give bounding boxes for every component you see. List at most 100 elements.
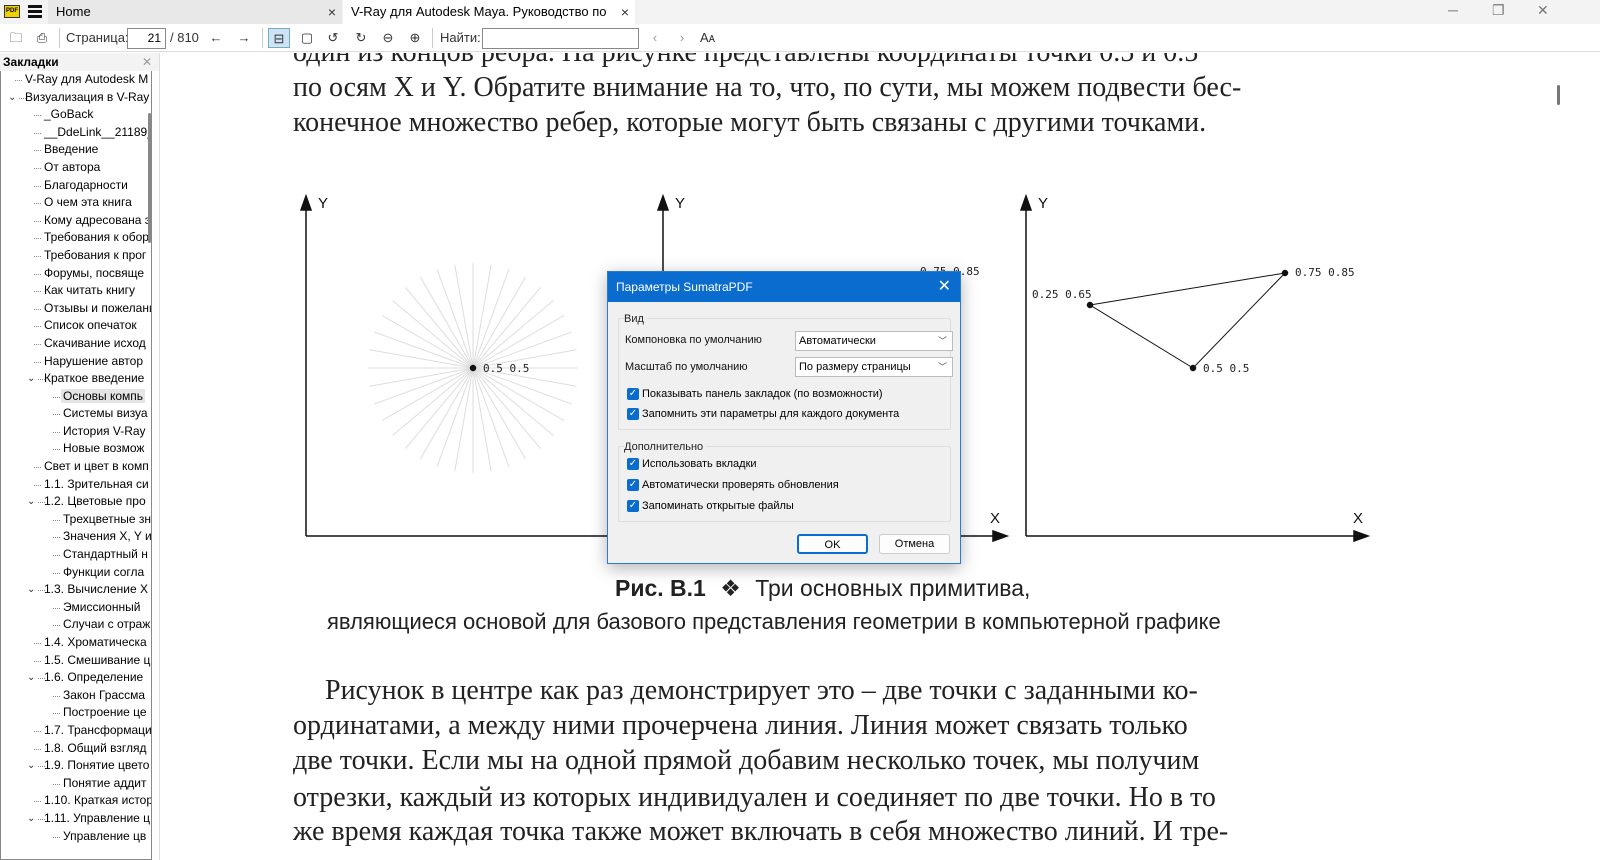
- bookmark-item[interactable]: Свет и цвет в комп: [1, 458, 151, 476]
- bookmark-item[interactable]: Системы визуа: [1, 405, 151, 423]
- next-page-icon[interactable]: →: [234, 28, 254, 48]
- document-scrollbar[interactable]: [1557, 85, 1560, 105]
- bookmark-item[interactable]: Введение: [1, 141, 151, 159]
- checkbox-checked-icon[interactable]: ✓: [627, 388, 639, 400]
- chevron-down-icon[interactable]: ⌄: [27, 810, 35, 828]
- bookmark-item[interactable]: Как читать книгу: [1, 282, 151, 300]
- zoom-select[interactable]: По размеру страницы ﹀: [795, 357, 953, 377]
- chevron-down-icon[interactable]: ⌄: [27, 669, 35, 687]
- bookmark-item[interactable]: Закон Грассма: [1, 687, 151, 705]
- bookmark-item[interactable]: Благодарности: [1, 177, 151, 195]
- checkbox-remember-settings[interactable]: ✓ Запомнить эти параметры для каждого док…: [627, 408, 899, 420]
- bookmark-item[interactable]: ⌄ 1.2. Цветовые про: [1, 493, 151, 511]
- chevron-down-icon[interactable]: ⌄: [27, 370, 35, 388]
- bookmarks-title: Закладки: [3, 55, 59, 69]
- tree-connector: [34, 203, 41, 205]
- bookmark-item[interactable]: Скачивание исход: [1, 335, 151, 353]
- checkbox-checked-icon[interactable]: ✓: [627, 500, 639, 512]
- bookmark-item[interactable]: Список опечаток: [1, 317, 151, 335]
- restore-icon[interactable]: ❐: [1492, 2, 1505, 19]
- layout-select[interactable]: Автоматически ﹀: [795, 331, 953, 351]
- bookmark-item[interactable]: Функции согла: [1, 564, 151, 582]
- bookmark-item[interactable]: Случаи с отраж: [1, 616, 151, 634]
- checkbox-check-updates[interactable]: ✓ Автоматически проверять обновления: [627, 479, 839, 491]
- bookmark-item[interactable]: __DdeLink__21189_2: [1, 124, 151, 142]
- bookmark-item[interactable]: 1.8. Общий взгляд: [1, 740, 151, 758]
- bookmark-item[interactable]: 1.1. Зрительная си: [1, 476, 151, 494]
- page-number-input[interactable]: 21: [127, 28, 166, 49]
- bookmark-item[interactable]: ⌄ Краткое введение: [1, 370, 151, 388]
- checkbox-remember-files[interactable]: ✓ Запоминать открытые файлы: [627, 500, 794, 512]
- bookmark-item[interactable]: _GoBack: [1, 106, 151, 124]
- bookmark-item[interactable]: Управление цв: [1, 828, 151, 846]
- bookmark-item[interactable]: V-Ray для Autodesk M: [1, 71, 151, 89]
- open-folder-icon[interactable]: 🗀: [6, 28, 26, 48]
- close-tab-icon[interactable]: ×: [621, 0, 629, 24]
- bookmark-item[interactable]: 1.4. Хроматическа: [1, 634, 151, 652]
- close-dialog-icon[interactable]: ✕: [938, 272, 951, 302]
- rotate-left-icon[interactable]: ↺: [323, 28, 343, 48]
- menu-icon[interactable]: [28, 5, 42, 18]
- tab-document[interactable]: V-Ray для Autodesk Maya. Руководство по …: [343, 0, 635, 43]
- find-prev-icon[interactable]: ‹: [645, 28, 665, 48]
- chevron-down-icon[interactable]: ⌄: [27, 493, 35, 511]
- bookmark-item[interactable]: Значения X, Y и: [1, 528, 151, 546]
- bookmark-item[interactable]: Требования к обор: [1, 229, 151, 247]
- close-sidebar-icon[interactable]: ✕: [142, 53, 152, 71]
- bookmark-item[interactable]: Понятие аддит: [1, 775, 151, 793]
- single-page-icon[interactable]: ▢: [297, 28, 317, 48]
- rotate-right-icon[interactable]: ↻: [351, 28, 371, 48]
- close-tab-icon[interactable]: ×: [328, 0, 336, 24]
- chevron-down-icon[interactable]: ⌄: [27, 757, 35, 775]
- bookmark-item[interactable]: ⌄ 1.9. Понятие цвето: [1, 757, 151, 775]
- tree-connector: [34, 185, 41, 187]
- bookmark-item[interactable]: ⌄ 1.3. Вычисление X: [1, 581, 151, 599]
- bookmark-item[interactable]: Форумы, посвяще: [1, 265, 151, 283]
- print-icon[interactable]: ⎙: [32, 28, 52, 48]
- bookmark-item[interactable]: Трехцветные зн: [1, 511, 151, 529]
- checkbox-checked-icon[interactable]: ✓: [627, 408, 639, 420]
- continuous-view-icon[interactable]: ⊟: [268, 28, 290, 48]
- bookmark-item[interactable]: ⌄ 1.11. Управление ц: [1, 810, 151, 828]
- bookmark-label: 1.7. Трансформаци: [44, 722, 151, 737]
- bookmark-item[interactable]: Построение це: [1, 704, 151, 722]
- bookmark-item[interactable]: ⌄ 1.6. Определение: [1, 669, 151, 687]
- zoom-in-icon[interactable]: ⊕: [405, 28, 425, 48]
- bookmark-item[interactable]: Основы компь: [1, 388, 151, 406]
- bookmark-item[interactable]: 1.7. Трансформаци: [1, 722, 151, 740]
- ok-button[interactable]: OK: [797, 534, 868, 554]
- bookmark-item[interactable]: От автора: [1, 159, 151, 177]
- chevron-down-icon[interactable]: ⌄: [27, 581, 35, 599]
- checkbox-checked-icon[interactable]: ✓: [627, 458, 639, 470]
- bookmark-item[interactable]: ⌄ Визуализация в V-Ray: [1, 89, 151, 107]
- sidebar-scrollbar[interactable]: [148, 113, 151, 243]
- find-input[interactable]: [482, 28, 639, 49]
- bookmark-item[interactable]: О чем эта книга: [1, 194, 151, 212]
- bookmark-item[interactable]: Эмиссионный: [1, 599, 151, 617]
- close-window-icon[interactable]: ✕: [1537, 2, 1549, 19]
- checkbox-checked-icon[interactable]: ✓: [627, 479, 639, 491]
- bookmark-item[interactable]: Отзывы и пожелания: [1, 300, 151, 318]
- bookmark-item[interactable]: 1.5. Смешивание ц: [1, 652, 151, 670]
- checkbox-show-bookmarks[interactable]: ✓ Показывать панель закладок (по возможно…: [627, 388, 883, 400]
- prev-page-icon[interactable]: ←: [206, 28, 226, 48]
- group-label: Вид: [624, 313, 647, 325]
- bookmark-item[interactable]: История V-Ray: [1, 423, 151, 441]
- tree-connector: [34, 167, 41, 169]
- bookmark-item[interactable]: Стандартный н: [1, 546, 151, 564]
- bookmark-item[interactable]: Кому адресована эта: [1, 212, 151, 230]
- bookmark-item[interactable]: 1.10. Краткая истор: [1, 792, 151, 810]
- chevron-down-icon[interactable]: ⌄: [8, 89, 16, 107]
- bookmark-item[interactable]: Требования к прог: [1, 247, 151, 265]
- tab-home[interactable]: Home ×: [48, 0, 342, 24]
- bookmark-item[interactable]: Новые возмож: [1, 440, 151, 458]
- bookmark-item[interactable]: Нарушение автор: [1, 353, 151, 371]
- minimize-icon[interactable]: ─: [1448, 2, 1458, 18]
- checkbox-use-tabs[interactable]: ✓ Использовать вкладки: [627, 458, 757, 470]
- zoom-out-icon[interactable]: ⊖: [378, 28, 398, 48]
- bookmarks-tree[interactable]: V-Ray для Autodesk M ⌄ Визуализация в V-Ra…: [0, 71, 152, 860]
- find-next-icon[interactable]: ›: [672, 28, 692, 48]
- cancel-button[interactable]: Отмена: [879, 534, 950, 554]
- match-case-button[interactable]: Aᴀ: [700, 28, 715, 48]
- axis-label: X: [990, 510, 1000, 527]
